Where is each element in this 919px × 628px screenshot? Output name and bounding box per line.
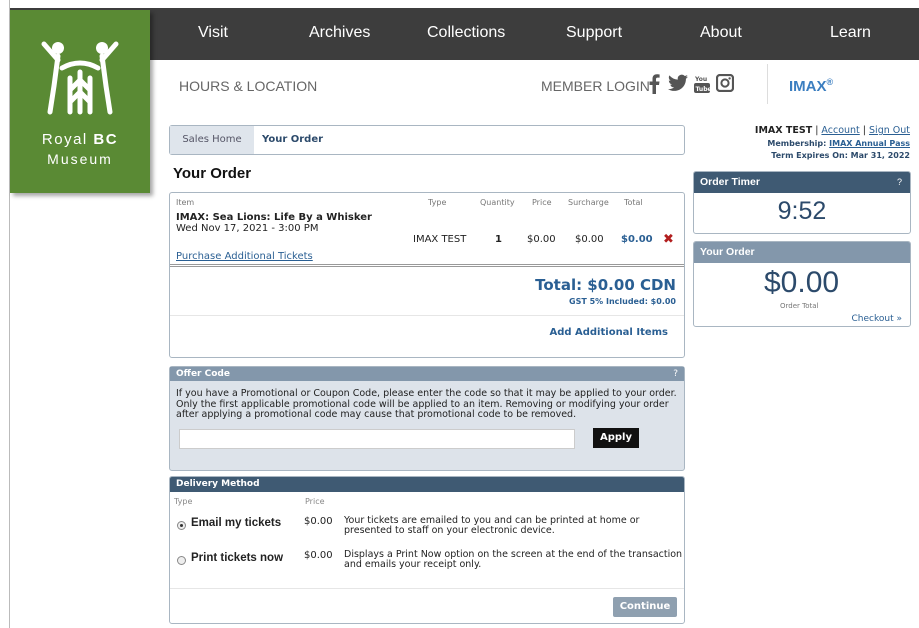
print-tickets-description: Displays a Print Now option on the scree… [344,549,683,570]
col-surcharge: Surcharge [568,198,609,207]
facebook-icon[interactable] [647,74,667,94]
order-summary-amount: $0.00 [764,266,840,299]
breadcrumb: Sales Home Your Order [169,125,685,155]
order-grand-total: Total: $0.00 CDN [535,276,676,294]
order-summary-panel: Your Order $0.00 Order Total Checkout » [693,241,911,327]
twitter-icon[interactable] [668,74,688,94]
svg-text:Tube: Tube [696,86,711,93]
order-timer-value: 9:52 [777,197,827,225]
imax-link[interactable]: IMAX® [789,77,833,95]
term-expiry: Term Expires On: Mar 31, 2022 [771,151,910,160]
dancers-logo-icon [41,41,119,115]
item-type: IMAX TEST [413,234,467,245]
nav-visit[interactable]: Visit [198,24,228,42]
timer-help-icon[interactable]: ? [897,172,902,193]
account-info: IMAX TEST | Account | Sign Out [754,125,910,136]
col-item: Item [176,198,195,207]
email-tickets-radio[interactable] [177,521,186,530]
delivery-method-title: Delivery Method [170,477,684,492]
print-tickets-radio[interactable] [177,556,186,565]
youtube-icon[interactable]: You Tube [694,74,714,94]
order-timer-header: Order Timer ? [694,172,910,193]
breadcrumb-sales-home[interactable]: Sales Home [170,126,254,154]
item-name: IMAX: Sea Lions: Life By a Whisker [176,212,372,223]
page-title: Your Order [173,165,252,182]
membership-link[interactable]: IMAX Annual Pass [829,139,910,148]
logo-text-line1: Royal BC [41,131,119,148]
breadcrumb-current: Your Order [262,134,324,145]
delete-item-icon[interactable]: ✖ [663,232,674,247]
email-tickets-description: Your tickets are emailed to you and can … [344,515,640,536]
nav-about[interactable]: About [700,24,742,42]
svg-text:You: You [694,76,707,83]
continue-button[interactable]: Continue [613,597,677,617]
nav-support[interactable]: Support [566,24,622,42]
nav-archives[interactable]: Archives [309,24,370,42]
nav-learn[interactable]: Learn [830,24,871,42]
order-timer-title: Order Timer [700,176,760,188]
gst-note: GST 5% Included: $0.00 [569,297,676,306]
item-date: Wed Nov 17, 2021 - 3:00 PM [176,223,319,234]
offer-code-instructions: If you have a Promotional or Coupon Code… [176,388,677,420]
col-quantity: Quantity [480,198,515,207]
order-total-label: Order Total [780,302,819,310]
col-total: Total [624,198,643,207]
account-link[interactable]: Account [821,125,859,136]
order-timer-panel: Order Timer ? 9:52 [693,171,911,234]
sign-out-link[interactable]: Sign Out [869,125,910,136]
instagram-icon[interactable] [715,73,736,94]
account-user: IMAX TEST [754,125,813,136]
table-divider-thin [170,315,684,316]
item-quantity: 1 [495,234,502,245]
email-tickets-label[interactable]: Email my tickets [191,517,281,529]
item-total: $0.00 [621,234,653,245]
member-login-link[interactable]: MEMBER LOGIN [541,78,650,94]
hours-location-link[interactable]: HOURS & LOCATION [179,78,317,94]
delivery-col-type: Type [174,497,193,506]
offer-code-header: Offer Code ? [170,367,684,381]
offer-code-panel: Offer Code ? If you have a Promotional o… [169,366,685,471]
delivery-col-price: Price [305,497,325,506]
purchase-additional-tickets-link[interactable]: Purchase Additional Tickets [176,251,313,262]
col-price: Price [532,198,552,207]
delivery-divider [170,588,684,589]
header-divider [767,64,768,104]
offer-code-title: Offer Code [176,369,230,379]
logo-text-line2: Museum [47,151,113,167]
print-tickets-price: $0.00 [304,550,333,561]
table-divider [170,264,684,267]
offer-help-icon[interactable]: ? [673,367,678,381]
museum-logo[interactable]: Royal BC Museum [10,10,150,193]
email-tickets-price: $0.00 [304,516,333,527]
print-tickets-label[interactable]: Print tickets now [191,552,283,564]
col-type: Type [428,198,447,207]
offer-code-input[interactable] [179,429,575,449]
nav-collections[interactable]: Collections [427,24,505,42]
apply-button[interactable]: Apply [593,428,639,448]
membership-line: Membership: IMAX Annual Pass [767,139,910,148]
item-surcharge: $0.00 [575,234,604,245]
order-summary-title: Your Order [694,242,910,263]
checkout-link[interactable]: Checkout » [852,314,902,324]
item-price: $0.00 [527,234,556,245]
add-additional-items-link[interactable]: Add Additional Items [549,327,668,338]
